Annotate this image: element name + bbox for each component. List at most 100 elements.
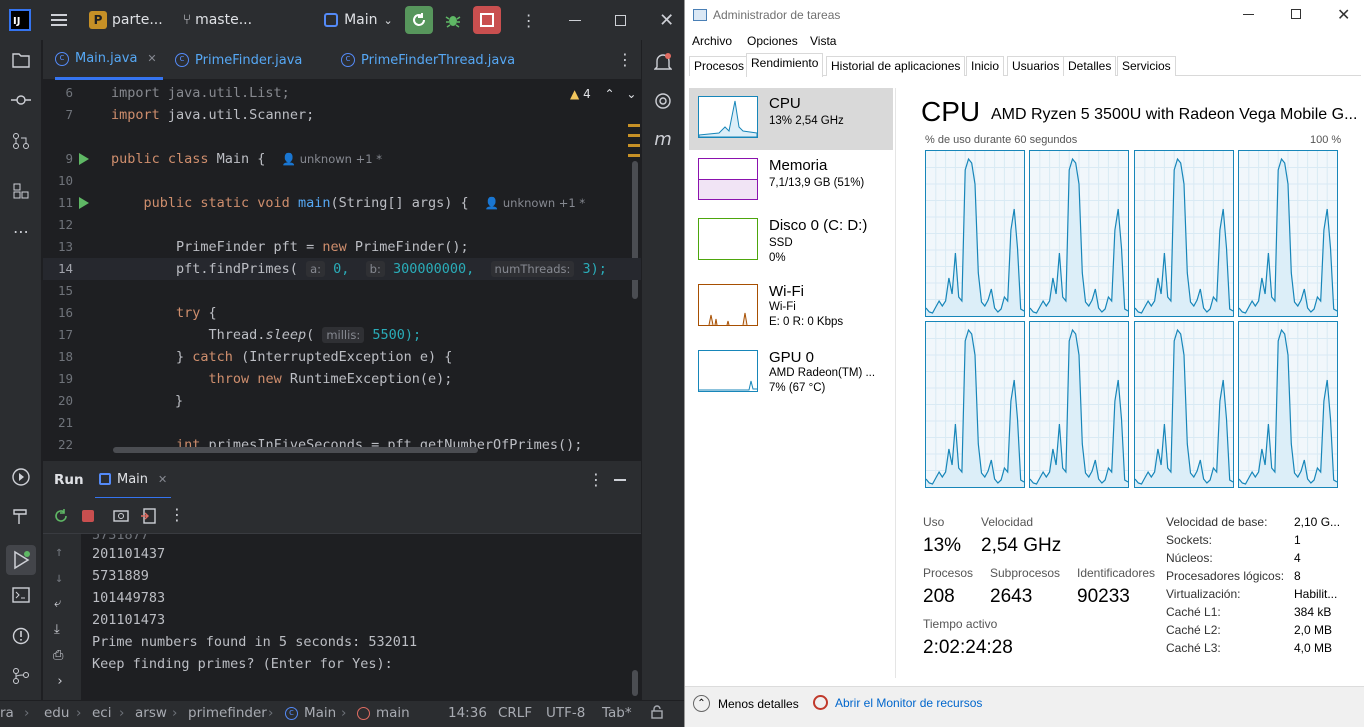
author-inlay[interactable]: 👤 unknown +1 * — [282, 152, 382, 166]
commit-icon[interactable] — [11, 92, 31, 112]
code-line: 21 — [57, 415, 73, 430]
side-item-memoria[interactable]: Memoria 7,1/13,9 GB (51%) — [689, 150, 893, 212]
breadcrumb-method[interactable]: main — [357, 705, 410, 721]
menu-archivo[interactable]: Archivo — [692, 34, 732, 48]
code-line: 19 throw new RuntimeException(e); — [57, 371, 453, 387]
side-item-wifi[interactable]: Wi-Fi Wi-Fi E: 0 R: 0 Kbps — [689, 276, 893, 338]
tm-maximize-icon[interactable] — [1291, 9, 1301, 19]
maximize-icon[interactable] — [607, 6, 635, 34]
lock-icon[interactable] — [650, 705, 664, 723]
tm-close-icon[interactable]: ✕ — [1337, 5, 1350, 25]
scroll-to-end-icon[interactable]: ⤓ — [54, 622, 60, 637]
tm-title-bar: Administrador de tareas — [693, 8, 840, 22]
maven-icon[interactable]: m — [653, 130, 673, 150]
breadcrumb-item[interactable]: primefinder — [188, 705, 267, 721]
run-gutter-icon[interactable] — [79, 153, 89, 165]
terminal-icon[interactable] — [11, 587, 31, 607]
side-item-gpu[interactable]: GPU 0 AMD Radeon(TM) ... 7% (67 °C) — [689, 342, 893, 404]
run-tab-main[interactable]: Main ✕ — [95, 461, 172, 499]
side-item-cpu[interactable]: CPU 13% 2,54 GHz — [689, 88, 893, 150]
file-encoding[interactable]: UTF-8 — [546, 705, 585, 721]
resource-monitor-link[interactable]: Abrir el Monitor de recursos — [813, 695, 982, 710]
console-scrollbar[interactable] — [632, 670, 638, 696]
rerun-button[interactable] — [404, 6, 433, 34]
spec-value: 8 — [1294, 569, 1301, 583]
tabs-more-icon[interactable]: ⋮ — [617, 50, 633, 69]
restore-layout-icon[interactable] — [140, 508, 156, 528]
screenshot-camera-icon[interactable] — [113, 508, 129, 526]
run-options-icon[interactable]: ⋮ — [588, 470, 604, 489]
arrow-up-icon[interactable]: ↑ — [55, 544, 63, 560]
breadcrumb-item[interactable]: arsw — [135, 705, 167, 721]
cursor-position[interactable]: 14:36 — [448, 705, 487, 721]
structure-icon[interactable] — [11, 182, 31, 202]
more-tools-icon[interactable]: ⋯ — [11, 222, 31, 242]
breadcrumb-item[interactable]: ra — [0, 705, 14, 721]
soft-wrap-icon[interactable]: ⤶ — [54, 596, 61, 611]
spec-value: 4,0 MB — [1294, 641, 1333, 655]
author-inlay[interactable]: 👤 unknown +1 * — [485, 196, 585, 210]
stop-icon[interactable] — [82, 510, 94, 522]
notifications-bell-icon[interactable] — [653, 52, 673, 72]
run-gutter-icon[interactable] — [79, 197, 89, 209]
menu-vista[interactable]: Vista — [810, 34, 836, 48]
arrow-down-icon[interactable]: ↓ — [55, 570, 63, 586]
side-item-disco[interactable]: Disco 0 (C: D:) SSD 0% — [689, 210, 893, 272]
tab-detalles[interactable]: Detalles — [1063, 56, 1117, 76]
debug-bug-icon[interactable] — [439, 6, 467, 34]
tab-close-icon[interactable]: ✕ — [147, 52, 156, 65]
main-menu-icon[interactable] — [45, 6, 73, 34]
cpu-heading: CPU — [921, 96, 981, 127]
more-actions-icon[interactable]: ⋮ — [515, 6, 543, 34]
fewer-details-button[interactable]: ⌃ Menos detalles — [693, 695, 799, 712]
tm-minimize-icon[interactable] — [1243, 14, 1254, 15]
tab-main-java[interactable]: c Main.java ✕ — [55, 40, 163, 80]
code-line: 16 try { — [57, 305, 217, 321]
tab-inicio[interactable]: Inicio — [966, 56, 1005, 76]
services-icon[interactable] — [11, 467, 31, 487]
build-hammer-icon[interactable] — [11, 507, 31, 527]
tab-rendimiento[interactable]: Rendimiento — [746, 53, 824, 77]
stop-button[interactable] — [472, 6, 501, 34]
version-control-icon[interactable] — [11, 667, 31, 687]
pull-requests-icon[interactable] — [11, 132, 31, 152]
close-icon[interactable]: ✕ — [653, 6, 681, 34]
minimize-icon[interactable] — [561, 6, 589, 34]
spec-label: Núcleos: — [1166, 551, 1213, 565]
stat-label: Uso — [923, 515, 945, 529]
problems-icon[interactable] — [11, 627, 31, 647]
tab-usuarios[interactable]: Usuarios — [1007, 56, 1065, 76]
tab-servicios[interactable]: Servicios — [1117, 56, 1176, 76]
tab-historial[interactable]: Historial de aplicaciones — [826, 56, 966, 76]
menu-opciones[interactable]: Opciones — [747, 34, 798, 48]
print-icon[interactable]: ⎙ — [53, 648, 63, 663]
stat-velocidad: 2,54 GHz — [981, 535, 1062, 556]
hide-panel-icon[interactable] — [614, 479, 626, 481]
ai-assistant-icon[interactable] — [653, 92, 673, 112]
breadcrumb-item[interactable]: edu — [44, 705, 69, 721]
run-config-selector[interactable]: Main ⌄ — [324, 0, 393, 40]
branch-selector[interactable]: ⑂ maste... — [183, 0, 252, 40]
tab-procesos[interactable]: Procesos — [689, 56, 750, 76]
project-folder-icon[interactable] — [11, 52, 31, 72]
breadcrumb-class[interactable]: c Main — [285, 705, 336, 721]
run-tab-close-icon[interactable]: ✕ — [158, 473, 167, 486]
rerun-icon[interactable] — [53, 508, 69, 528]
chevron-right-icon[interactable]: › — [56, 674, 64, 689]
cpu-core-graph — [1134, 150, 1234, 317]
project-selector[interactable]: P parte... — [89, 0, 163, 40]
run-tool-icon[interactable] — [6, 545, 36, 575]
intellij-logo-icon[interactable]: IJ — [9, 9, 31, 31]
run-console[interactable]: ↑ ↓ ⤶ ⤓ ⎙ › 5731877 201101437 5731889 10… — [43, 534, 641, 700]
code-editor[interactable]: ▲ 4 ⌃ ⌄ 6 import java.util.List; 7 impor… — [43, 81, 641, 459]
tm-title: Administrador de tareas — [713, 8, 841, 22]
stat-label: Identificadores — [1077, 566, 1156, 580]
tab-primefinder-java[interactable]: c PrimeFinder.java — [175, 40, 302, 80]
more-icon[interactable]: ⋮ — [169, 505, 185, 524]
tab-label: Main.java — [75, 51, 138, 66]
breadcrumb-item[interactable]: eci — [92, 705, 111, 721]
line-separator[interactable]: CRLF — [498, 705, 532, 721]
horizontal-scrollbar[interactable] — [113, 447, 478, 453]
indent-setting[interactable]: Tab* — [602, 705, 632, 721]
tab-primefinderthread-java[interactable]: c PrimeFinderThread.java — [341, 40, 515, 80]
